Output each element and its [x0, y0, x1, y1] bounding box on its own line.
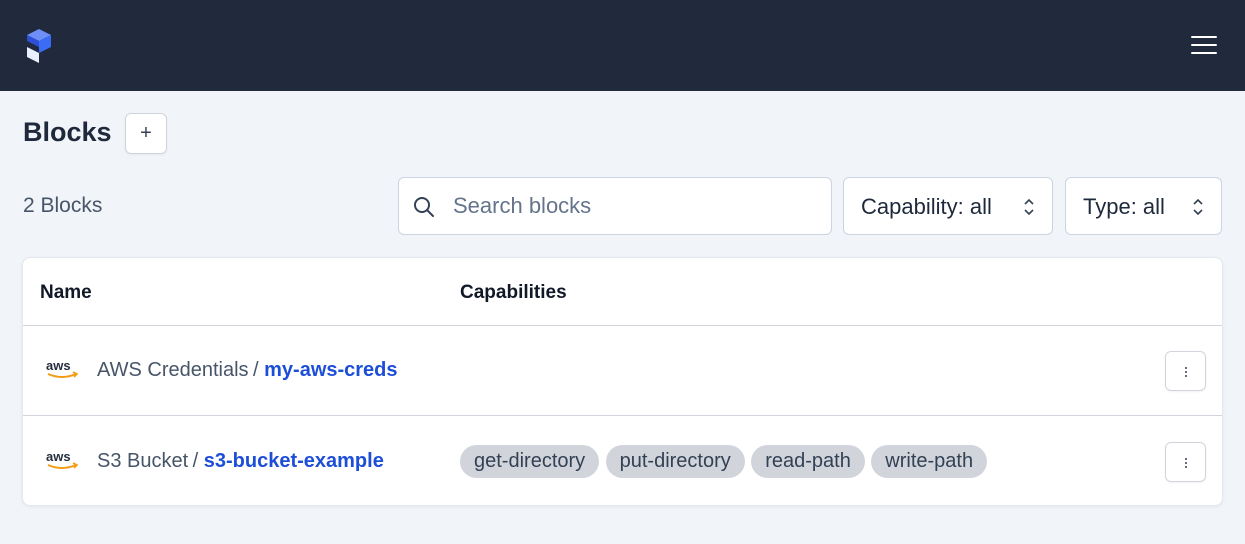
table-row: aws S3 Bucket / s3-bucket-example get-di…: [23, 417, 1222, 505]
svg-text:aws: aws: [46, 358, 71, 373]
aws-logo-icon: aws: [46, 449, 79, 469]
page-title: Blocks: [23, 117, 112, 147]
name-separator: /: [253, 359, 265, 381]
column-header-capabilities[interactable]: Capabilities: [460, 282, 567, 304]
capability-tag: read-path: [751, 445, 865, 478]
name-separator: /: [192, 450, 204, 472]
row-actions-menu-button[interactable]: [1165, 351, 1206, 391]
capability-tag: get-directory: [460, 445, 600, 478]
chevron-up-down-icon: [1024, 198, 1034, 216]
blocks-table: Name Capabilities aws AWS Credentials / …: [22, 257, 1223, 506]
hamburger-menu-icon[interactable]: [1191, 36, 1217, 56]
block-name-cell: S3 Bucket / s3-bucket-example: [97, 450, 384, 473]
search-box[interactable]: [398, 177, 832, 235]
add-block-button[interactable]: +: [125, 113, 167, 154]
prefect-logo-icon[interactable]: [27, 29, 51, 63]
capability-filter-label: Capability: all: [861, 194, 992, 219]
search-icon: [414, 197, 434, 217]
block-count: 2 Blocks: [23, 194, 103, 217]
type-filter-label: Type: all: [1083, 194, 1165, 219]
row-actions-menu-button[interactable]: [1165, 442, 1206, 482]
capability-tag: put-directory: [605, 445, 745, 478]
svg-text:aws: aws: [46, 449, 71, 464]
block-name-cell: AWS Credentials / my-aws-creds: [97, 359, 398, 382]
block-type-label: AWS Credentials: [97, 359, 249, 381]
chevron-up-down-icon: [1193, 198, 1203, 216]
table-row: aws AWS Credentials / my-aws-creds: [23, 326, 1222, 416]
block-name-link[interactable]: my-aws-creds: [264, 359, 397, 381]
column-header-name[interactable]: Name: [40, 282, 92, 304]
capability-tag: write-path: [871, 445, 988, 478]
capability-filter-select[interactable]: Capability: all: [843, 177, 1053, 235]
search-input[interactable]: [453, 178, 813, 234]
aws-logo-icon: aws: [46, 358, 79, 378]
block-type-label: S3 Bucket: [97, 450, 189, 472]
type-filter-select[interactable]: Type: all: [1065, 177, 1222, 235]
block-name-link[interactable]: s3-bucket-example: [204, 450, 384, 472]
capabilities-list: get-directory put-directory read-path wr…: [460, 445, 989, 478]
top-navigation-bar: [0, 0, 1245, 91]
table-header: Name Capabilities: [23, 258, 1222, 326]
